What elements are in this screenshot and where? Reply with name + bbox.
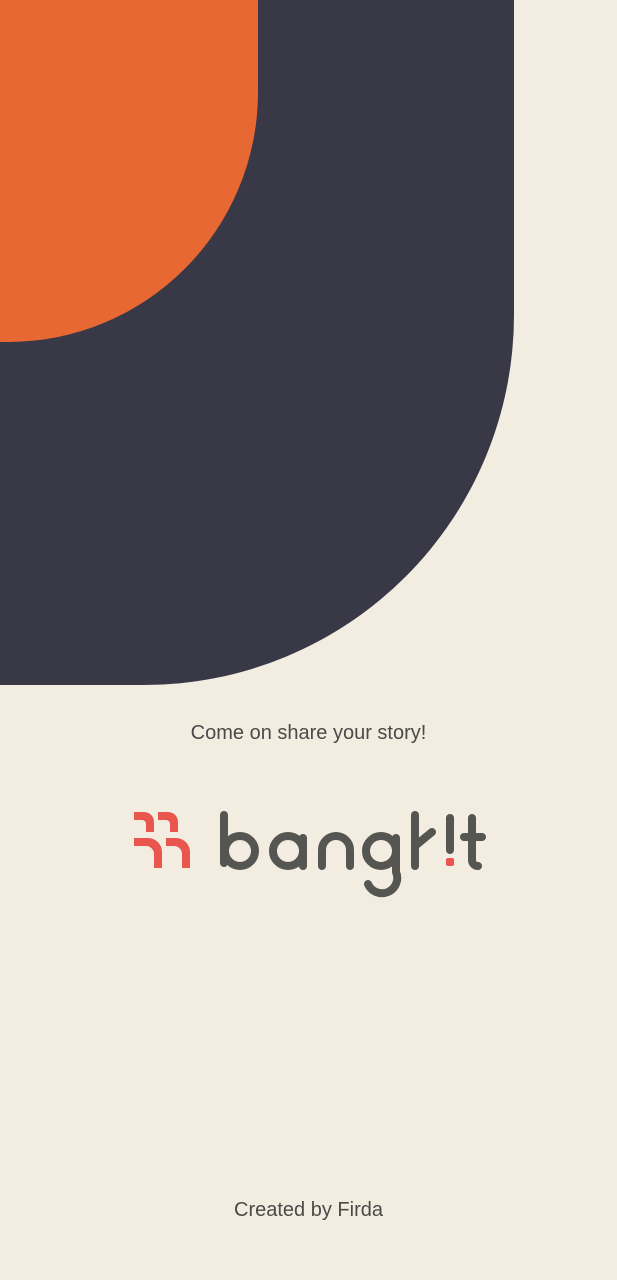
- bangkit-mark-icon: [134, 812, 190, 868]
- bangkit-logo: [134, 811, 486, 898]
- tagline-text: Come on share your story!: [190, 722, 427, 744]
- credit-text: Created by Firda: [234, 1199, 383, 1221]
- bangkit-wordmark: [220, 811, 486, 898]
